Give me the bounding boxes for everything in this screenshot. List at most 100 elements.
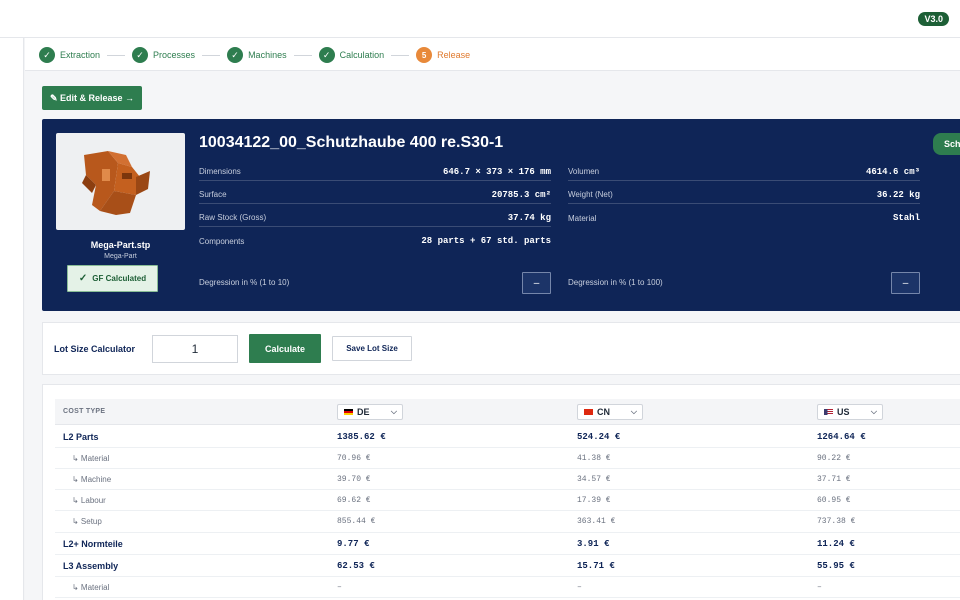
cost-value: 524.24 € xyxy=(577,431,621,442)
table-row: ↳ Machine 39.70 € 34.57 € 37.71 € xyxy=(55,469,960,490)
prop-value: 36.22 kg xyxy=(876,189,920,200)
country-select-us[interactable]: US ⌵ xyxy=(817,403,883,420)
prop-label: Weight (Net) xyxy=(568,190,613,199)
prop-material: Material Stahl xyxy=(568,209,920,227)
step-extraction[interactable]: ✓ Extraction xyxy=(39,47,100,63)
calculate-button[interactable]: Calculate xyxy=(249,334,321,363)
degression-toggle-left[interactable]: – xyxy=(522,272,551,294)
step-machines[interactable]: ✓ Machines xyxy=(227,47,287,63)
check-icon: ✓ xyxy=(227,47,244,63)
cost-breakdown-card: COST TYPE DE ⌵ CN ⌵ US ⌵ L2 Parts 1385.6… xyxy=(42,384,960,600)
germany-flag-icon xyxy=(344,408,353,415)
cost-value: – xyxy=(577,582,582,592)
step-label: Calculation xyxy=(339,50,385,60)
prop-value: Stahl xyxy=(892,213,920,223)
check-icon: ✓ xyxy=(318,47,335,63)
edit-release-button[interactable]: ✎ Edit & Release → xyxy=(42,86,142,110)
part-3d-model-icon xyxy=(82,151,150,215)
cost-value: 37.71 € xyxy=(817,474,851,484)
cost-type-label: ↳ Material xyxy=(72,582,110,592)
main-content: ✓ Extraction ✓ Processes ✓ Machines ✓ Ca… xyxy=(25,38,960,600)
prop-value: 646.7 × 373 × 176 mm xyxy=(442,166,551,177)
file-subtitle: Mega-Part xyxy=(104,253,137,260)
step-calculation[interactable]: ✓ Calculation xyxy=(318,47,385,63)
country-code: US xyxy=(837,406,850,417)
country-code: DE xyxy=(357,406,370,417)
cost-value: 55.95 € xyxy=(817,560,855,571)
left-rail xyxy=(0,38,24,600)
product-summary-card: Mega-Part.stp Mega-Part ✓ GF Calculated … xyxy=(42,119,960,311)
cost-value: 69.62 € xyxy=(337,495,371,505)
step-release[interactable]: 5 Release xyxy=(416,47,470,63)
cost-value: 41.38 € xyxy=(577,453,611,463)
cost-value: 62.53 € xyxy=(337,560,375,571)
prop-value: 4614.6 cm³ xyxy=(865,166,920,177)
prop-label: Material xyxy=(568,213,597,223)
prop-value: 20785.3 cm² xyxy=(491,189,551,200)
save-lot-size-button[interactable]: Save Lot Size xyxy=(332,336,412,361)
country-select-cn[interactable]: CN ⌵ xyxy=(577,403,643,420)
cost-value: 34.57 € xyxy=(577,474,611,484)
lot-size-input[interactable] xyxy=(152,335,238,363)
cost-type-label: ↳ Labour xyxy=(72,495,106,505)
degression-toggle-right[interactable]: – xyxy=(891,272,920,294)
cost-type-label: L3 Assembly xyxy=(63,560,119,571)
cost-value: 90.22 € xyxy=(817,453,851,463)
prop-dimensions: Dimensions 646.7 × 373 × 176 mm xyxy=(199,163,551,181)
step-connector xyxy=(202,54,221,56)
column-header-cost-type: COST TYPE xyxy=(63,408,106,415)
table-row: ↳ Labour 69.62 € 17.39 € 60.95 € xyxy=(55,490,960,511)
step-label: Processes xyxy=(153,50,196,60)
degression-label-right: Degression in % (1 to 100) xyxy=(568,278,663,287)
step-number: 5 xyxy=(416,47,433,63)
prop-surface: Surface 20785.3 cm² xyxy=(199,186,551,204)
table-row: L2 Parts 1385.62 € 524.24 € 1264.64 € xyxy=(55,426,960,448)
table-row: ↳ Material 70.96 € 41.38 € 90.22 € xyxy=(55,448,960,469)
country-code: CN xyxy=(597,406,610,417)
lot-size-label: Lot Size Calculator xyxy=(54,344,136,354)
cost-type-label: ↳ Setup xyxy=(72,517,102,526)
china-flag-icon xyxy=(584,408,593,415)
cost-value: 70.96 € xyxy=(337,453,371,463)
prop-label: Raw Stock (Gross) xyxy=(199,213,267,222)
step-connector xyxy=(293,54,312,56)
gf-calculated-badge: ✓ GF Calculated xyxy=(67,265,158,292)
prop-weight-net: Weight (Net) 36.22 kg xyxy=(568,186,920,204)
cost-value: 17.39 € xyxy=(577,495,611,505)
lot-size-calculator: Lot Size Calculator Calculate Save Lot S… xyxy=(42,322,960,375)
cost-value: 9.77 € xyxy=(337,538,370,549)
prop-label: Surface xyxy=(199,190,227,199)
check-icon: ✓ xyxy=(78,273,88,284)
cost-type-label: ↳ Machine xyxy=(72,474,112,484)
check-icon: ✓ xyxy=(132,47,149,63)
prop-volume: Volumen 4614.6 cm³ xyxy=(568,163,920,181)
step-label: Machines xyxy=(248,50,287,60)
usa-flag-icon xyxy=(824,408,833,415)
side-action-button[interactable]: Sch xyxy=(933,133,960,155)
prop-value: 28 parts + 67 std. parts xyxy=(421,236,551,246)
cost-value: – xyxy=(337,582,342,592)
progress-stepper: ✓ Extraction ✓ Processes ✓ Machines ✓ Ca… xyxy=(39,46,470,64)
prop-components: Components 28 parts + 67 std. parts xyxy=(199,232,551,250)
cost-value: 363.41 € xyxy=(577,517,616,526)
file-name: Mega-Part.stp xyxy=(90,240,151,250)
step-label: Extraction xyxy=(60,50,101,60)
part-preview-image[interactable] xyxy=(56,133,185,230)
step-label: Release xyxy=(437,50,471,60)
cost-value: 3.91 € xyxy=(577,538,610,549)
check-icon: ✓ xyxy=(39,47,55,63)
table-row: ↳ Setup 855.44 € 363.41 € 737.38 € xyxy=(55,511,960,533)
cost-value: – xyxy=(817,582,822,592)
chevron-down-icon: ⌵ xyxy=(390,406,397,416)
step-connector xyxy=(107,54,126,56)
version-badge: V3.0 xyxy=(918,12,949,26)
country-select-de[interactable]: DE ⌵ xyxy=(337,403,403,420)
gf-badge-label: GF Calculated xyxy=(92,274,147,283)
table-row: L3 Assembly 62.53 € 15.71 € 55.95 € xyxy=(55,555,960,577)
cost-value: 15.71 € xyxy=(577,560,615,571)
cost-value: 737.38 € xyxy=(817,517,856,526)
step-processes[interactable]: ✓ Processes xyxy=(132,47,195,63)
table-row: ↳ Material – – – xyxy=(55,577,960,598)
step-connector xyxy=(391,54,410,56)
cost-value: 11.24 € xyxy=(817,538,855,549)
